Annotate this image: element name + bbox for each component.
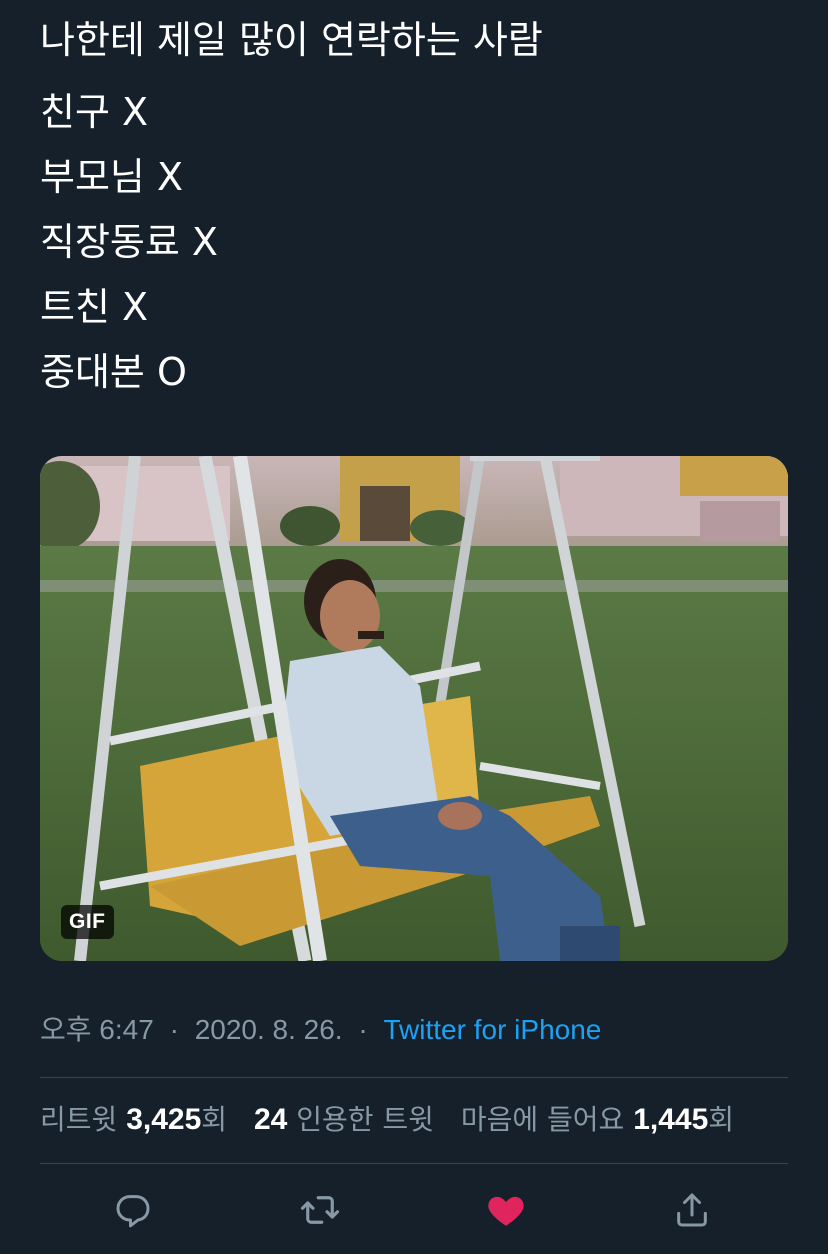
quotes-label: 인용한 트윗 bbox=[296, 1103, 434, 1136]
share-button[interactable] bbox=[664, 1182, 720, 1238]
quotes-count: 24 bbox=[253, 1103, 288, 1136]
gif-image bbox=[40, 456, 788, 961]
likes-label: 마음에 들어요 bbox=[460, 1103, 625, 1136]
tweet-date: 2020. 8. 26. bbox=[194, 1014, 343, 1045]
tweet-line: 친구 X bbox=[40, 90, 149, 134]
retweet-button[interactable] bbox=[292, 1182, 348, 1238]
retweets-count: 3,425 bbox=[126, 1103, 202, 1136]
like-button[interactable] bbox=[478, 1182, 534, 1238]
reply-icon bbox=[116, 1195, 150, 1228]
share-icon bbox=[677, 1193, 707, 1227]
tweet-source-link[interactable]: Twitter for iPhone bbox=[383, 1014, 601, 1045]
tweet-meta: 오후 6:47 · 2020. 8. 26. · Twitter for iPh… bbox=[40, 1008, 601, 1048]
tweet-line: 중대본 O bbox=[40, 350, 187, 394]
retweet-icon bbox=[300, 1196, 340, 1224]
quote-stat[interactable]: 24 인용한 트윗 bbox=[254, 1103, 443, 1136]
gif-badge: GIF bbox=[61, 905, 114, 939]
tweet-line: 트친 X bbox=[40, 285, 149, 329]
tweet-line: 부모님 X bbox=[40, 155, 183, 199]
tweet-text: 나한테 제일 많이 연락하는 사람 친구 X 부모님 X 직장동료 X 트친 X… bbox=[40, 14, 800, 405]
retweet-stat[interactable]: 리트윗 3,425회 bbox=[40, 1103, 236, 1136]
like-stat[interactable]: 마음에 들어요 1,445회 bbox=[461, 1103, 734, 1136]
divider bbox=[40, 1163, 788, 1164]
tweet-time: 오후 6:47 bbox=[40, 1014, 154, 1045]
heart-icon bbox=[488, 1196, 524, 1226]
tweet-line: 직장동료 X bbox=[40, 220, 218, 264]
reply-button[interactable] bbox=[105, 1182, 161, 1238]
likes-count: 1,445 bbox=[633, 1103, 709, 1136]
likes-suffix: 회 bbox=[708, 1103, 735, 1136]
meta-separator: · bbox=[358, 1014, 368, 1045]
divider bbox=[40, 1077, 788, 1078]
retweets-suffix: 회 bbox=[201, 1103, 228, 1136]
gif-media[interactable]: GIF bbox=[40, 456, 788, 961]
meta-separator: · bbox=[169, 1014, 179, 1045]
tweet-line: 나한테 제일 많이 연락하는 사람 bbox=[40, 18, 543, 62]
tweet-stats: 리트윗 3,425회 24 인용한 트윗 마음에 들어요 1,445회 bbox=[40, 1098, 734, 1138]
tweet-actions bbox=[40, 1182, 788, 1238]
retweets-label: 리트윗 bbox=[40, 1103, 118, 1136]
